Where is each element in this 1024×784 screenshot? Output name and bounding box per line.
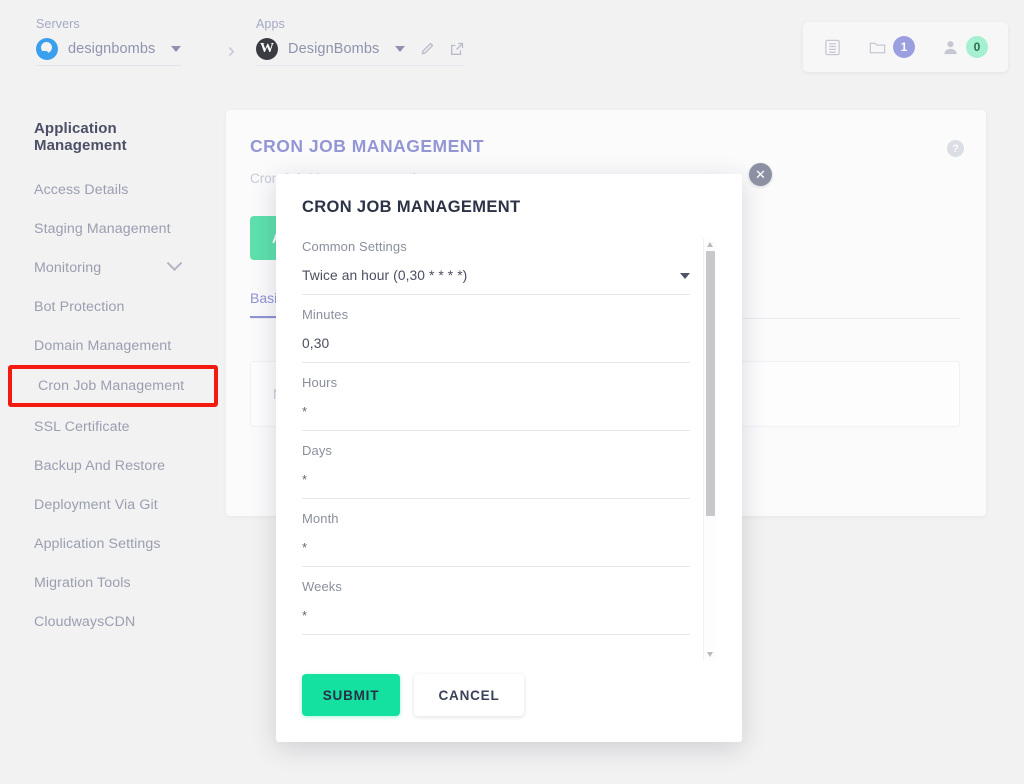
modal-scrollbar[interactable] bbox=[703, 239, 716, 660]
external-link-icon[interactable] bbox=[449, 41, 465, 57]
sidebar-item-domain-management[interactable]: Domain Management bbox=[0, 326, 226, 365]
breadcrumb-apps: Apps W DesignBombs bbox=[256, 16, 465, 66]
sidebar-item-label: Bot Protection bbox=[34, 299, 125, 315]
sidebar-item-cron-job-management[interactable]: Cron Job Management bbox=[8, 365, 218, 407]
sidebar-item-label: SSL Certificate bbox=[34, 419, 130, 435]
cron-text-input[interactable]: 0,30 bbox=[302, 336, 690, 363]
sidebar-item-backup-and-restore[interactable]: Backup And Restore bbox=[0, 446, 226, 485]
sidebar-item-label: Deployment Via Git bbox=[34, 497, 158, 513]
caret-down-icon[interactable] bbox=[171, 46, 181, 52]
field-label: Days bbox=[302, 443, 690, 458]
team-badge: 0 bbox=[966, 36, 988, 58]
field-label: Month bbox=[302, 511, 690, 526]
sidebar-item-label: Domain Management bbox=[34, 338, 171, 354]
cloudways-server-icon bbox=[36, 38, 58, 60]
status-item-projects[interactable]: 1 bbox=[868, 36, 915, 58]
scrollbar-thumb[interactable] bbox=[706, 251, 715, 516]
field-minutes: Minutes 0,30 bbox=[302, 307, 690, 363]
modal-title: CRON JOB MANAGEMENT bbox=[276, 174, 742, 217]
app-name: DesignBombs bbox=[288, 41, 379, 57]
cron-field-list: Common Settings Twice an hour (0,30 * * *… bbox=[302, 239, 690, 635]
chevron-down-icon[interactable] bbox=[167, 255, 183, 271]
cron-text-input[interactable]: * bbox=[302, 404, 690, 431]
field-label: Weeks bbox=[302, 579, 690, 594]
folder-icon bbox=[868, 38, 887, 57]
sidebar-item-deployment-via-git[interactable]: Deployment Via Git bbox=[0, 485, 226, 524]
modal-body: Common Settings Twice an hour (0,30 * * *… bbox=[276, 239, 742, 660]
sidebar-item-monitoring[interactable]: Monitoring bbox=[0, 248, 226, 287]
submit-button[interactable]: SUBMIT bbox=[302, 674, 400, 716]
sidebar-item-migration-tools[interactable]: Migration Tools bbox=[0, 563, 226, 602]
sidebar-item-label: CloudwaysCDN bbox=[34, 614, 135, 630]
sidebar-item-staging-management[interactable]: Staging Management bbox=[0, 209, 226, 248]
field-label: Common Settings bbox=[302, 239, 690, 254]
breadcrumb-servers: Servers designbombs bbox=[36, 16, 181, 66]
common-settings-select[interactable]: Twice an hour (0,30 * * * *) bbox=[302, 268, 690, 295]
sidebar-item-label: Backup And Restore bbox=[34, 458, 165, 474]
modal-footer: SUBMIT CANCEL bbox=[276, 660, 742, 742]
field-value: 0,30 bbox=[302, 336, 329, 351]
field-value: * bbox=[302, 608, 307, 623]
modal-scroll-area: Common Settings Twice an hour (0,30 * * *… bbox=[302, 239, 716, 660]
pencil-icon[interactable] bbox=[419, 41, 435, 57]
page-title: CRON JOB MANAGEMENT bbox=[250, 136, 960, 157]
apps-kicker: Apps bbox=[256, 16, 465, 32]
sidebar-item-label: Staging Management bbox=[34, 221, 171, 237]
field-value: * bbox=[302, 404, 307, 419]
sidebar: Application Management Access Details Sta… bbox=[0, 92, 226, 784]
cron-text-input[interactable]: * bbox=[302, 608, 690, 635]
servers-kicker: Servers bbox=[36, 16, 181, 32]
user-icon bbox=[941, 38, 960, 57]
sidebar-item-label: Access Details bbox=[34, 182, 128, 198]
sidebar-item-list: Access Details Staging Management Monitori… bbox=[0, 170, 226, 641]
breadcrumb-separator: › bbox=[228, 40, 235, 63]
help-icon[interactable]: ? bbox=[947, 140, 964, 157]
scroll-down-icon[interactable] bbox=[707, 652, 713, 657]
cron-text-input[interactable]: * bbox=[302, 472, 690, 499]
app-root: Servers designbombs › Apps W DesignBombs bbox=[0, 0, 1024, 784]
sidebar-item-application-settings[interactable]: Application Settings bbox=[0, 524, 226, 563]
app-selector[interactable]: W DesignBombs bbox=[256, 34, 465, 66]
field-value: * bbox=[302, 540, 307, 555]
caret-down-icon[interactable] bbox=[395, 46, 405, 52]
wordpress-icon: W bbox=[256, 38, 278, 60]
projects-badge: 1 bbox=[893, 36, 915, 58]
sidebar-title: Application Management bbox=[0, 120, 226, 154]
field-month: Month * bbox=[302, 511, 690, 567]
status-item-servers[interactable] bbox=[823, 38, 842, 57]
field-value: Twice an hour (0,30 * * * *) bbox=[302, 268, 467, 283]
cron-text-input[interactable]: * bbox=[302, 540, 690, 567]
field-label: Minutes bbox=[302, 307, 690, 322]
cancel-button[interactable]: CANCEL bbox=[414, 674, 524, 716]
sidebar-item-access-details[interactable]: Access Details bbox=[0, 170, 226, 209]
top-bar: Servers designbombs › Apps W DesignBombs bbox=[0, 0, 1024, 92]
server-name: designbombs bbox=[68, 41, 155, 57]
sidebar-item-label: Monitoring bbox=[34, 260, 101, 276]
field-days: Days * bbox=[302, 443, 690, 499]
caret-down-icon[interactable] bbox=[680, 273, 690, 279]
sidebar-item-label: Cron Job Management bbox=[38, 378, 184, 394]
sidebar-item-cloudwayscdn[interactable]: CloudwaysCDN bbox=[0, 602, 226, 641]
close-icon[interactable]: ✕ bbox=[749, 163, 772, 186]
cron-job-modal: CRON JOB MANAGEMENT Common Settings Twice… bbox=[276, 174, 742, 742]
field-common-settings: Common Settings Twice an hour (0,30 * * *… bbox=[302, 239, 690, 295]
field-value: * bbox=[302, 472, 307, 487]
sidebar-item-bot-protection[interactable]: Bot Protection bbox=[0, 287, 226, 326]
status-item-team[interactable]: 0 bbox=[941, 36, 988, 58]
status-pill-group: 1 0 bbox=[803, 22, 1008, 72]
field-weeks: Weeks * bbox=[302, 579, 690, 635]
server-selector[interactable]: designbombs bbox=[36, 34, 181, 66]
sidebar-item-ssl-certificate[interactable]: SSL Certificate bbox=[0, 407, 226, 446]
field-label: Hours bbox=[302, 375, 690, 390]
sidebar-item-label: Migration Tools bbox=[34, 575, 131, 591]
scroll-up-icon[interactable] bbox=[707, 242, 713, 247]
sidebar-item-label: Application Settings bbox=[34, 536, 161, 552]
server-list-icon bbox=[823, 38, 842, 57]
field-hours: Hours * bbox=[302, 375, 690, 431]
